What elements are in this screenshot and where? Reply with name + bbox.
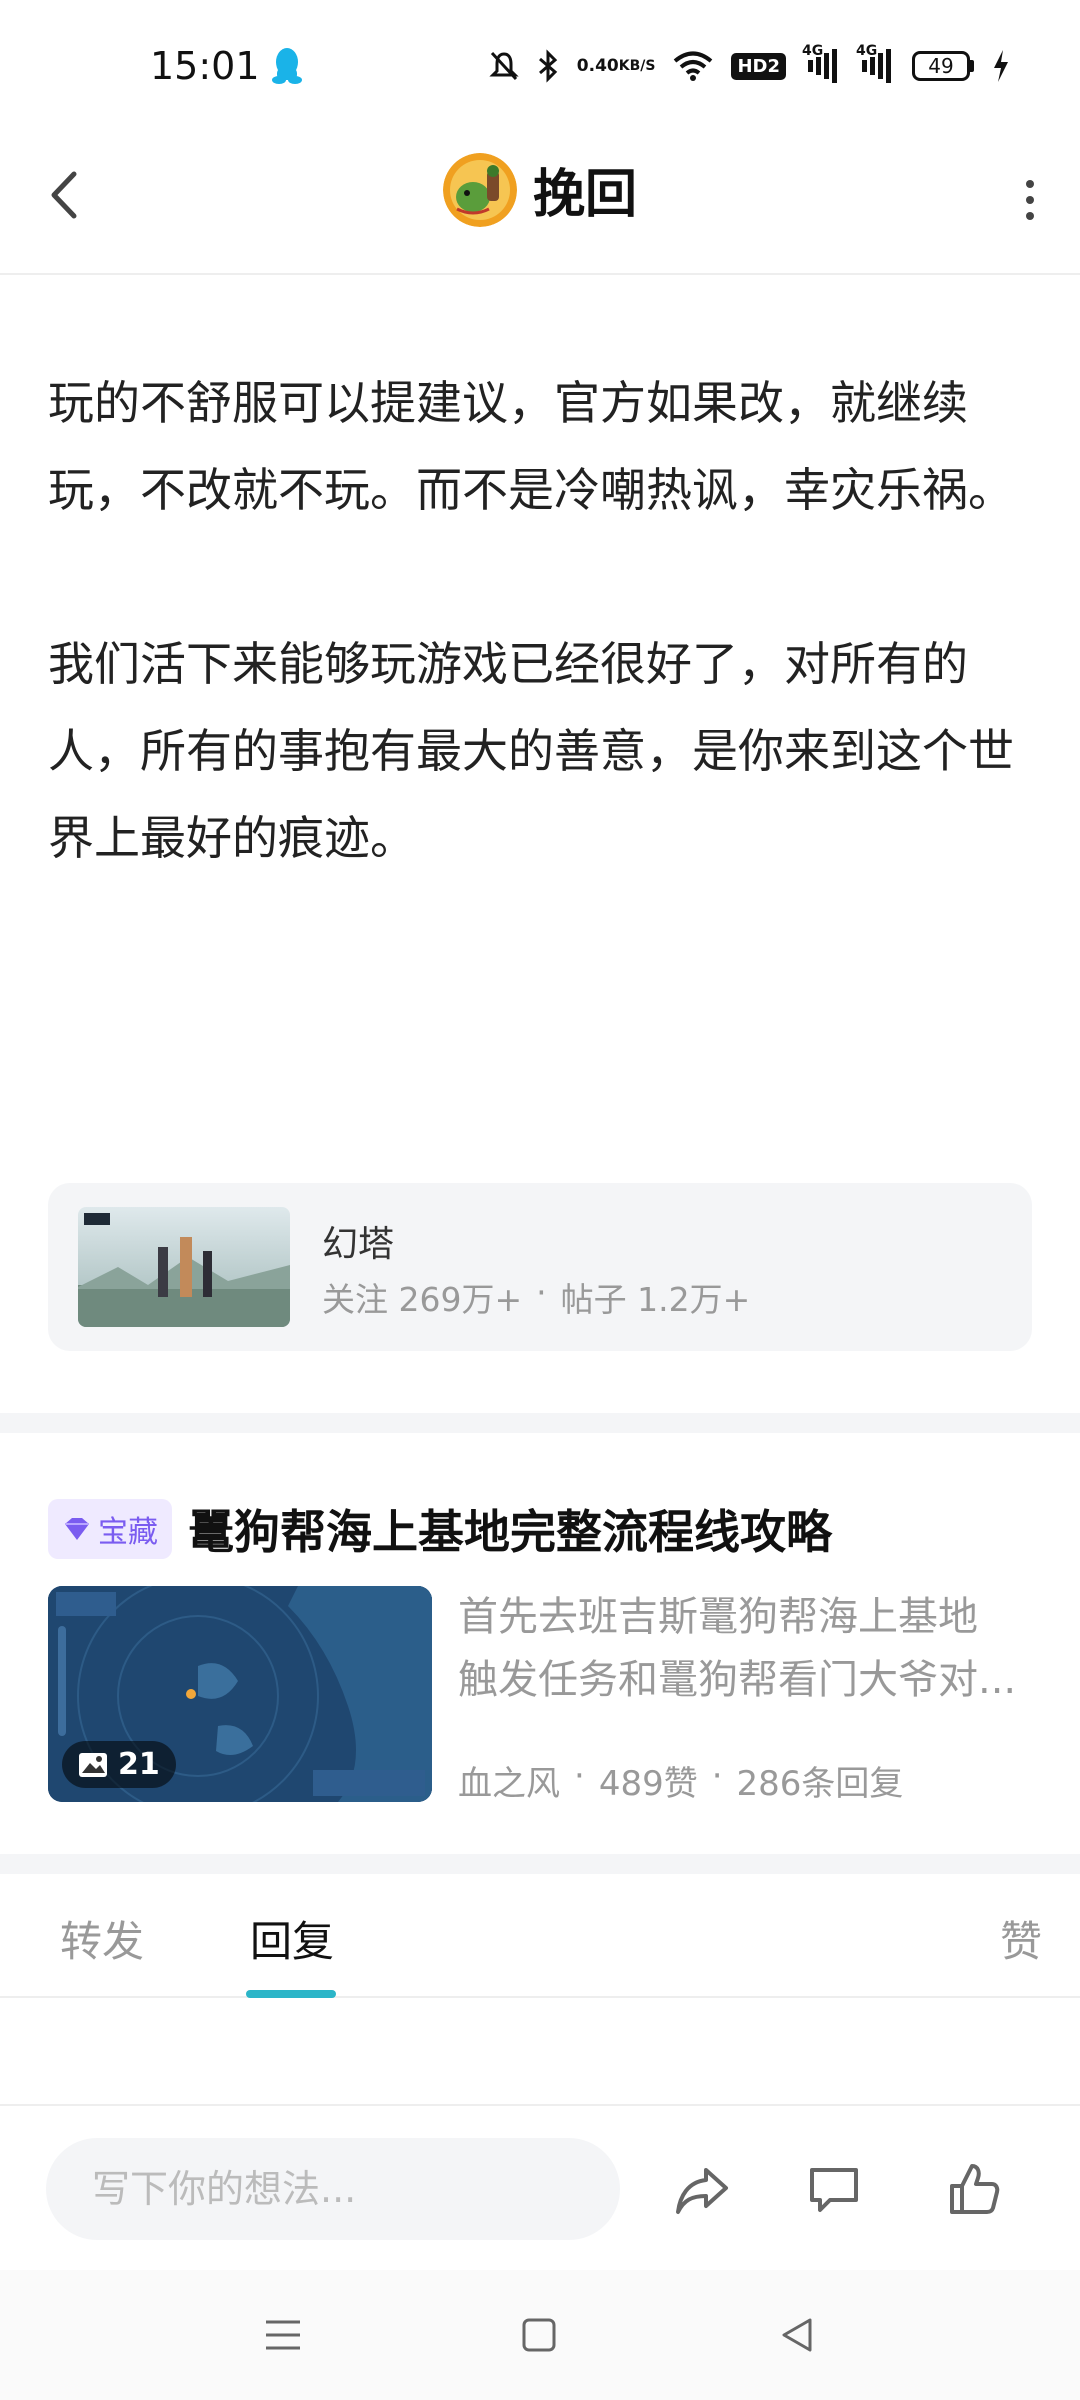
badge-label: 宝藏 — [98, 1515, 158, 1550]
system-nav-bar — [0, 2270, 1080, 2400]
forum-card[interactable]: 幻塔 关注 269万+ · 帖子 1.2万+ — [48, 1183, 1032, 1351]
signal-icon: 4G — [802, 43, 840, 83]
excerpt-line: 触发任务和鼍狗帮看门大爷对... — [458, 1657, 1017, 1703]
like-count: 489赞 — [598, 1764, 698, 1804]
charging-icon — [994, 50, 1008, 82]
wifi-icon — [674, 51, 713, 81]
signal-icon: 4G — [856, 43, 894, 83]
tab-like[interactable]: 赞 — [1000, 1908, 1042, 1969]
excerpt-line: 首先去班吉斯鼍狗帮海上基地 — [458, 1594, 978, 1640]
tab-reply[interactable]: 回复 — [250, 1908, 334, 1969]
post-paragraph: 我们活下来能够玩游戏已经很好了，对所有的人，所有的事抱有最大的善意，是你来到这个… — [48, 637, 1014, 865]
active-tab-indicator — [246, 1990, 336, 1998]
more-options-icon[interactable] — [1010, 170, 1050, 230]
diamond-icon — [65, 1518, 89, 1540]
image-count-badge: 21 — [62, 1741, 176, 1788]
section-divider — [0, 1854, 1080, 1874]
recommended-post-excerpt[interactable]: 首先去班吉斯鼍狗帮海上基地 触发任务和鼍狗帮看门大爷对... — [458, 1586, 1038, 1712]
author-name: 血之风 — [458, 1764, 560, 1804]
status-bar: 15:01 0.40 KB/S HD2 4G 4G 49 — [0, 0, 1080, 130]
avatar[interactable] — [442, 152, 517, 227]
like-icon[interactable] — [944, 2160, 1004, 2220]
image-count: 21 — [118, 1747, 160, 1782]
battery-icon: 49 — [912, 51, 974, 81]
post-tabs: 转发 回复 赞 — [0, 1874, 1080, 1998]
qq-icon — [272, 48, 302, 84]
page-header: 挽回 — [0, 130, 1080, 275]
comment-bar: 写下你的想法... — [0, 2104, 1080, 2270]
image-icon — [79, 1752, 107, 1777]
forum-thumbnail — [78, 1207, 290, 1327]
hd-icon: HD2 — [731, 52, 786, 80]
separator-dot: · — [711, 1756, 723, 1796]
share-icon[interactable] — [672, 2160, 732, 2220]
treasure-badge: 宝藏 — [48, 1499, 172, 1559]
post-paragraph: 玩的不舒服可以提建议，官方如果改，就继续玩，不改就不玩。而不是冷嘲热讽，幸灾乐祸… — [48, 376, 1014, 517]
recommended-post-meta: 血之风 · 489赞 · 286条回复 — [458, 1756, 903, 1805]
recommended-post-title[interactable]: 鼍狗帮海上基地完整流程线攻略 — [188, 1496, 832, 1562]
separator-dot: · — [536, 1273, 547, 1312]
back-nav-icon[interactable] — [776, 2314, 818, 2356]
forum-post-count: 帖子 1.2万+ — [560, 1280, 751, 1319]
reply-count: 286条回复 — [736, 1764, 904, 1804]
tab-forward[interactable]: 转发 — [60, 1908, 144, 1969]
home-icon[interactable] — [518, 2314, 560, 2356]
forum-stats: 关注 269万+ · 帖子 1.2万+ — [322, 1273, 750, 1321]
separator-dot: · — [574, 1756, 585, 1796]
section-divider — [0, 1413, 1080, 1433]
network-speed: 0.40 KB/S — [576, 56, 656, 76]
page-title: 挽回 — [532, 165, 637, 225]
comment-input[interactable]: 写下你的想法... — [46, 2138, 620, 2240]
mute-icon — [489, 51, 519, 81]
forum-name: 幻塔 — [322, 1224, 395, 1265]
recommended-post-thumbnail[interactable]: 21 — [48, 1586, 432, 1802]
bluetooth-icon — [538, 49, 557, 83]
post-content: 玩的不舒服可以提建议，官方如果改，就继续玩，不改就不玩。而不是冷嘲热讽，幸灾乐祸… — [48, 360, 1038, 969]
menu-icon[interactable] — [262, 2314, 304, 2356]
status-time: 15:01 — [150, 44, 260, 88]
recommended-post-title-row[interactable]: 宝藏 鼍狗帮海上基地完整流程线攻略 — [48, 1496, 832, 1562]
comment-icon[interactable] — [804, 2160, 864, 2220]
forum-follow-count: 关注 269万+ — [322, 1280, 523, 1319]
